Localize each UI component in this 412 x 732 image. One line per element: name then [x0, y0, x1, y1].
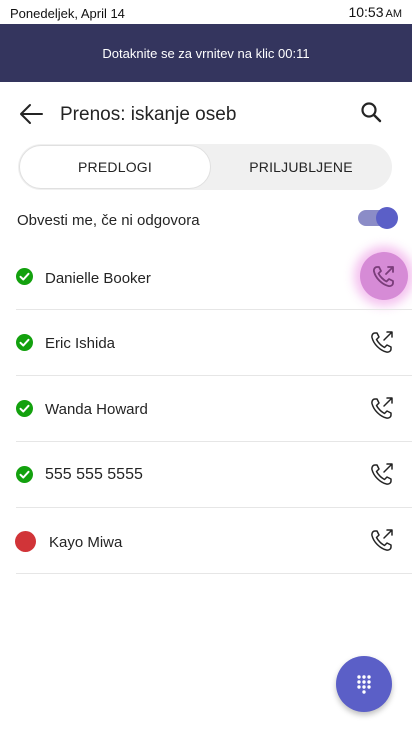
presence-available-icon	[16, 334, 33, 351]
contact-name: Kayo Miwa	[49, 534, 123, 551]
notify-no-answer-label: Obvesti me, če ni odgovora	[17, 212, 200, 229]
phone-transfer-icon	[373, 266, 394, 287]
tab-switcher: PREDLOGI PRILJUBLJENE	[18, 144, 392, 190]
contact-name: 555 555 5555	[45, 466, 143, 483]
phone-transfer-icon	[371, 331, 393, 353]
page-title: Prenos: iskanje oseb	[60, 104, 237, 125]
search-icon	[361, 102, 382, 123]
presence-busy-icon	[15, 531, 36, 552]
presence-available-icon	[16, 400, 33, 417]
contact-row[interactable]: 555 555 5555	[0, 442, 412, 508]
phone-transfer-icon	[371, 397, 393, 419]
notify-no-answer-toggle[interactable]	[358, 207, 398, 229]
return-to-call-banner[interactable]: Dotaknite se za vrnitev na klic 00:11	[0, 24, 412, 82]
dialpad-icon	[357, 675, 371, 694]
notify-no-answer-row: Obvesti me, če ni odgovora	[0, 204, 412, 236]
transfer-call-button[interactable]	[366, 524, 398, 556]
status-time-ampm: AM	[385, 8, 403, 20]
header: Prenos: iskanje oseb	[0, 86, 412, 142]
transfer-call-button[interactable]	[366, 392, 398, 424]
toggle-knob	[376, 207, 398, 229]
return-to-call-text: Dotaknite se za vrnitev na klic 00:11	[102, 45, 310, 61]
transfer-call-button[interactable]	[366, 458, 398, 490]
contact-name: Danielle Booker	[45, 270, 151, 287]
status-time: 10:53 AM	[348, 4, 402, 20]
status-bar: Ponedeljek, April 14 10:53 AM	[0, 0, 412, 24]
status-time-value: 10:53	[348, 4, 384, 20]
status-date: Ponedeljek, April 14	[10, 6, 125, 21]
tab-suggestions[interactable]: PREDLOGI	[19, 145, 211, 189]
back-button[interactable]	[16, 98, 48, 130]
transfer-call-button[interactable]	[366, 326, 398, 358]
tab-favorites[interactable]: PRILJUBLJENE	[210, 145, 392, 189]
presence-available-icon	[16, 466, 33, 483]
row-divider	[16, 573, 412, 574]
phone-transfer-icon	[371, 529, 393, 551]
search-button[interactable]	[356, 98, 386, 128]
contact-row[interactable]: Kayo Miwa	[0, 508, 412, 574]
phone-transfer-icon	[371, 463, 393, 485]
contact-row[interactable]: Wanda Howard	[0, 376, 412, 442]
presence-available-icon	[16, 268, 33, 285]
dialpad-button[interactable]	[336, 656, 392, 712]
contact-name: Wanda Howard	[45, 401, 148, 418]
contact-row[interactable]: Eric Ishida	[0, 310, 412, 376]
contact-name: Eric Ishida	[45, 335, 116, 352]
arrow-left-icon	[20, 104, 43, 124]
contact-row[interactable]: Danielle Booker	[0, 244, 412, 310]
transfer-call-button[interactable]	[360, 252, 408, 300]
